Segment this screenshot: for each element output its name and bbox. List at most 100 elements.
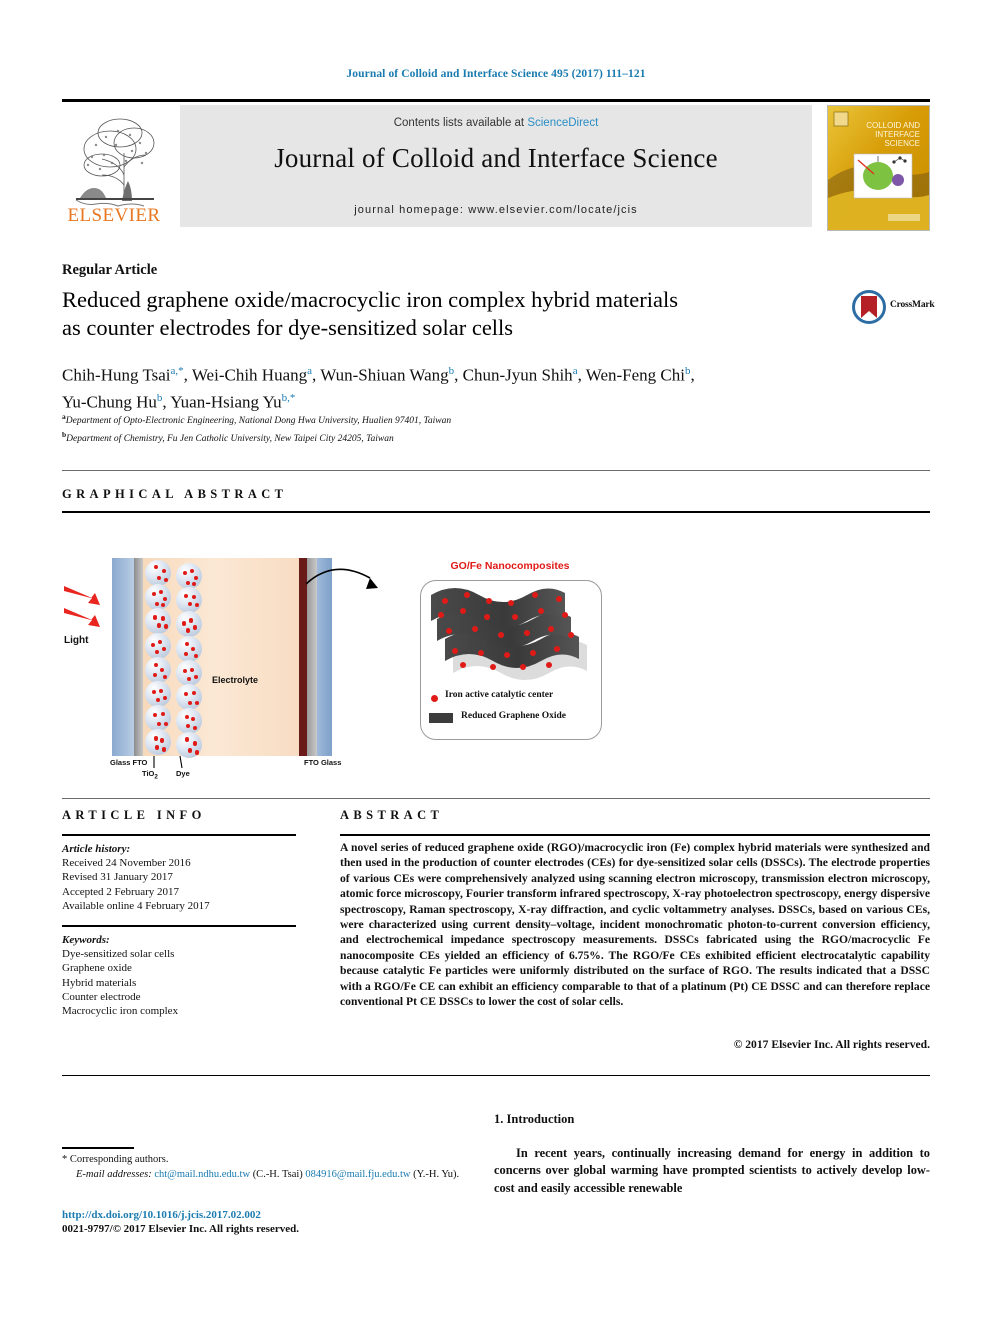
tio2-particle xyxy=(176,587,202,614)
dye-molecule xyxy=(156,698,161,703)
dye-molecule xyxy=(154,736,159,741)
dye-molecule xyxy=(163,696,168,701)
dye-molecule xyxy=(183,571,188,576)
tio2-particle xyxy=(145,560,171,586)
tio2-particle-column xyxy=(145,560,209,759)
tio2-particle xyxy=(145,584,171,611)
dye-molecule xyxy=(184,692,189,697)
contents-prefix: Contents lists available at xyxy=(393,117,528,129)
dye-molecule xyxy=(184,651,189,656)
dye-molecule xyxy=(190,569,195,574)
legend-rgo-swatch-icon xyxy=(429,713,453,723)
dye-molecule xyxy=(158,639,163,644)
email-address-1[interactable]: cht@mail.ndhu.edu.tw xyxy=(154,1169,250,1180)
svg-text:INTERFACE: INTERFACE xyxy=(875,130,920,139)
email-label: E-mail addresses: xyxy=(76,1168,152,1180)
keywords-label: Keywords: xyxy=(62,934,110,946)
tio2-particle xyxy=(145,681,171,707)
article-history-block: Article history: Received 24 November 20… xyxy=(62,842,296,913)
dye-molecule xyxy=(194,674,199,679)
dye-molecule xyxy=(193,741,198,746)
article-page: Journal of Colloid and Interface Science… xyxy=(0,0,992,1323)
counter-electrode-layer xyxy=(299,558,307,756)
legend-iron-dot-icon xyxy=(431,695,438,702)
keywords-block: Keywords: Dye-sensitized solar cells Gra… xyxy=(62,933,296,1018)
footnote-rule xyxy=(62,1147,134,1149)
corresponding-author-note: * Corresponding authors. E-mail addresse… xyxy=(62,1153,492,1182)
dye-molecule xyxy=(193,625,198,630)
abstract-heading: ABSTRACT xyxy=(340,808,444,822)
crossmark-label: CrossMark xyxy=(890,300,935,310)
journal-homepage[interactable]: journal homepage: www.elsevier.com/locat… xyxy=(180,204,812,216)
graphical-abstract-top-rule xyxy=(62,470,930,471)
corresponding-line: * Corresponding authors. xyxy=(62,1153,492,1168)
dye-molecule xyxy=(192,691,197,696)
email-address-2[interactable]: 084916@mail.fju.edu.tw xyxy=(305,1169,410,1180)
dye-molecule xyxy=(191,717,196,722)
dye-molecule xyxy=(155,602,160,607)
glass-fto-label: Glass FTO xyxy=(110,758,148,767)
dye-molecule xyxy=(188,748,193,753)
dye-molecule xyxy=(162,646,167,651)
crossmark-badge[interactable]: CrossMark xyxy=(852,288,944,328)
dye-molecule xyxy=(184,594,189,599)
keyword-item: Counter electrode xyxy=(62,990,141,1003)
tio2-particle xyxy=(176,708,202,735)
nanocomposite-title: GO/Fe Nanocomposites xyxy=(450,560,570,572)
dye-molecule xyxy=(159,590,164,595)
affiliation-a-text: Department of Opto-Electronic Engineerin… xyxy=(65,416,452,427)
dye-molecule xyxy=(163,674,168,679)
dye-molecule xyxy=(191,646,196,651)
svg-text:SCIENCE: SCIENCE xyxy=(884,139,920,148)
corresponding-label: Corresponding authors. xyxy=(69,1154,169,1165)
elsevier-wordmark: ELSEVIER xyxy=(67,205,161,226)
email-owner-1: (C.-H. Tsai) xyxy=(252,1168,303,1180)
article-history-label: Article history: xyxy=(62,843,131,855)
electrolyte-label: Electrolyte xyxy=(212,675,259,685)
dye-molecule xyxy=(154,662,159,667)
keywords-divider xyxy=(62,925,296,927)
dye-molecule xyxy=(182,621,187,626)
affiliation-b-text: Department of Chemistry, Fu Jen Catholic… xyxy=(66,434,394,445)
dye-molecule xyxy=(194,576,199,581)
dye-molecule xyxy=(186,581,191,586)
dye-molecule xyxy=(162,569,167,574)
dye-molecule xyxy=(152,592,157,597)
graphical-abstract-heading: GRAPHICAL ABSTRACT xyxy=(62,487,288,501)
email-owner-2: (Y.-H. Yu). xyxy=(413,1168,460,1180)
title-line-2: as counter electrodes for dye-sensitized… xyxy=(62,315,514,340)
tio2-particle xyxy=(145,632,171,659)
dye-molecule xyxy=(155,745,160,750)
dye-molecule xyxy=(160,667,165,672)
dye-molecule xyxy=(185,715,190,720)
dye-molecule xyxy=(185,737,190,742)
dye-molecule xyxy=(157,576,162,581)
tio2-particle xyxy=(145,705,171,732)
svg-text:COLLOID AND: COLLOID AND xyxy=(866,121,920,130)
history-item: Revised 31 January 2017 xyxy=(62,871,173,884)
dye-molecule xyxy=(185,641,190,646)
history-item: Received 24 November 2016 xyxy=(62,857,191,870)
dye-molecule xyxy=(187,676,192,681)
abstract-body: A novel series of reduced graphene oxide… xyxy=(340,841,930,1009)
light-label: Light xyxy=(64,635,89,646)
doi-link[interactable]: http://dx.doi.org/10.1016/j.jcis.2017.02… xyxy=(62,1209,261,1221)
dye-molecule xyxy=(190,667,195,672)
journal-title: Journal of Colloid and Interface Science xyxy=(274,143,718,173)
introduction-heading: 1. Introduction xyxy=(494,1112,575,1126)
dye-molecule xyxy=(164,722,169,727)
sciencedirect-link[interactable]: ScienceDirect xyxy=(527,117,598,129)
graphical-abstract-rule xyxy=(62,511,930,514)
page-title: Reduced graphene oxide/macrocyclic iron … xyxy=(62,286,782,342)
dye-molecule xyxy=(157,623,162,628)
dssc-cell-diagram: Electrolyte xyxy=(112,558,332,759)
dye-molecule xyxy=(192,595,197,600)
article-info-heading: ARTICLE INFO xyxy=(62,808,206,822)
dye-molecule xyxy=(161,616,166,621)
legend-rgo-label: Reduced Graphene Oxide xyxy=(461,711,567,721)
abstract-rule xyxy=(340,834,930,836)
tio2-particle xyxy=(176,635,202,662)
dye-label: Dye xyxy=(176,769,190,778)
tio2-particle xyxy=(176,563,202,589)
contents-available-line: Contents lists available at ScienceDirec… xyxy=(180,117,812,129)
